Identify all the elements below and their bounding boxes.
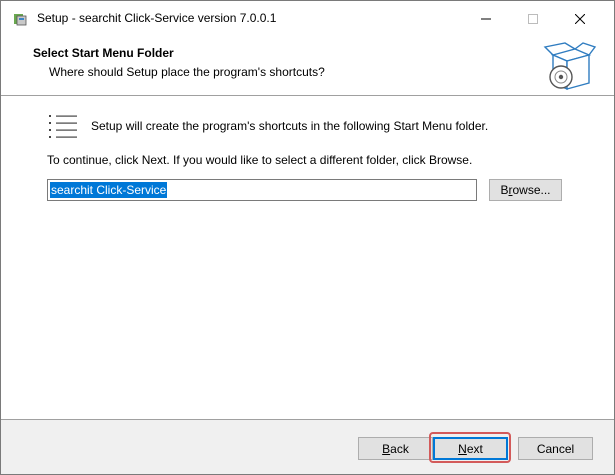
minimize-icon [481,18,491,20]
next-label-accel: N [458,441,467,456]
close-icon [575,14,585,24]
title-bar[interactable]: Setup - searchit Click-Service version 7… [1,1,614,37]
wizard-footer: Back Next Cancel [1,419,614,474]
cancel-button[interactable]: Cancel [518,437,593,460]
setup-window: Setup - searchit Click-Service version 7… [0,0,615,475]
browse-label-rest: owse... [512,183,551,197]
browse-button[interactable]: Br owse... [489,179,562,201]
page-title: Select Start Menu Folder [33,46,174,60]
maximize-icon [528,14,538,24]
start-menu-folder-input[interactable]: searchit Click-Service [47,179,477,201]
browse-label-prefix: B [500,183,509,197]
next-label-rest: ext [466,441,483,456]
cancel-label: Cancel [536,441,575,456]
back-label-accel: B [382,441,391,456]
back-label-rest: ack [390,441,409,456]
wizard-header: Select Start Menu Folder Where should Se… [1,37,614,96]
maximize-button [510,1,556,37]
next-button[interactable]: Next [433,437,508,460]
setup-app-icon [14,14,27,26]
menu-list-icon [49,115,77,138]
back-button[interactable]: Back [358,437,433,460]
info-text: Setup will create the program's shortcut… [91,119,489,133]
box-disc-icon [543,42,597,91]
folder-input-value: searchit Click-Service [50,182,168,198]
wizard-body: Setup will create the program's shortcut… [1,96,614,419]
minimize-button[interactable] [463,1,509,37]
instructions-text: To continue, click Next. If you would li… [47,153,473,167]
window-title: Setup - searchit Click-Service version 7… [37,11,277,25]
page-subtitle: Where should Setup place the program's s… [49,65,325,79]
close-button[interactable] [557,1,603,37]
